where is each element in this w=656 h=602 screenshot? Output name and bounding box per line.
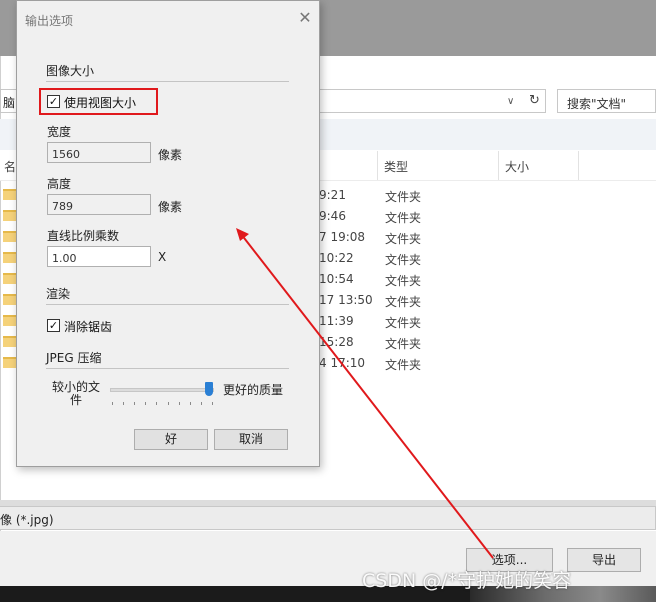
folder-icon [3, 231, 17, 242]
search-input[interactable]: 搜索"文档" [557, 89, 656, 113]
filetype-select[interactable]: 像 (*.jpg) [0, 506, 656, 530]
folder-icon [3, 315, 17, 326]
item-date: 7 19:08 [319, 230, 366, 244]
slider-tick [178, 402, 180, 405]
slider-tick [134, 402, 136, 405]
folder-icon [3, 273, 17, 284]
item-type: 文件夹 [385, 253, 422, 267]
slider-tick [212, 402, 213, 405]
address-dropdown-icon[interactable]: ∨ [507, 96, 514, 107]
height-unit: 像素 [158, 200, 183, 214]
section-jpeg: JPEG 压缩 [46, 351, 102, 365]
antialias-label: 消除锯齿 [64, 320, 113, 334]
item-date: 9:21 [319, 188, 346, 202]
section-image-size: 图像大小 [46, 64, 95, 78]
column-divider[interactable] [377, 151, 378, 180]
section-divider [46, 81, 289, 82]
item-date: 9:46 [319, 209, 346, 223]
dialog-title: 输出选项 [25, 14, 74, 28]
column-type[interactable]: 类型 [384, 158, 408, 175]
item-type: 文件夹 [385, 274, 422, 288]
item-date: 17 13:50 [319, 293, 373, 307]
item-date: 4 17:10 [319, 356, 366, 370]
use-view-size-label: 使用视图大小 [64, 96, 137, 110]
column-name[interactable]: 名 [4, 158, 16, 175]
slider-tick [189, 402, 191, 405]
height-label: 高度 [47, 177, 72, 191]
antialias-checkbox[interactable]: ✓ [47, 319, 60, 332]
slider-tick [123, 402, 125, 405]
slider-tick [167, 402, 169, 405]
slider-tick [156, 402, 158, 405]
slider-tick [112, 402, 113, 405]
refresh-icon[interactable]: ↻ [524, 89, 546, 113]
section-divider [46, 368, 289, 369]
item-type: 文件夹 [385, 295, 422, 309]
watermark: CSDN @/*守护她的笑容 [362, 570, 572, 592]
width-label: 宽度 [47, 125, 72, 139]
cancel-button[interactable]: 取消 [214, 429, 288, 450]
folder-icon [3, 252, 17, 263]
item-date: 15:28 [319, 335, 354, 349]
section-divider [46, 304, 289, 305]
item-type: 文件夹 [385, 190, 422, 204]
export-button[interactable]: 导出 [567, 548, 641, 572]
item-type: 文件夹 [385, 337, 422, 351]
item-type: 文件夹 [385, 232, 422, 246]
address-text: 脑 [3, 96, 16, 110]
close-icon[interactable]: ✕ [296, 9, 314, 27]
column-size[interactable]: 大小 [505, 158, 529, 175]
column-divider[interactable] [578, 151, 579, 180]
item-type: 文件夹 [385, 316, 422, 330]
item-date: 10:22 [319, 251, 354, 265]
slider-min-label: 较小的文件 [51, 380, 100, 407]
slider-tick [200, 402, 202, 405]
section-render: 渲染 [46, 287, 71, 301]
ok-button[interactable]: 好 [134, 429, 208, 450]
width-field[interactable] [47, 142, 151, 163]
multiplier-label: 直线比例乘数 [47, 229, 120, 243]
output-options-dialog: 输出选项 ✕ 图像大小 ✓ 使用视图大小 宽度 像素 高度 像素 直线比例乘数 … [16, 0, 320, 467]
item-type: 文件夹 [385, 358, 422, 372]
quality-slider-track[interactable] [110, 388, 214, 392]
filetype-value: 像 (*.jpg) [0, 513, 54, 527]
multiplier-unit: X [158, 250, 167, 264]
multiplier-field[interactable] [47, 246, 151, 267]
folder-icon [3, 189, 17, 200]
slider-max-label: 更好的质量 [223, 383, 284, 397]
item-date: 11:39 [319, 314, 354, 328]
folder-icon [3, 336, 17, 347]
quality-slider-thumb[interactable] [204, 382, 213, 396]
folder-icon [3, 210, 17, 221]
item-type: 文件夹 [385, 211, 422, 225]
folder-icon [3, 357, 17, 368]
use-view-size-checkbox[interactable]: ✓ [47, 95, 60, 108]
item-date: 10:54 [319, 272, 354, 286]
column-divider[interactable] [498, 151, 499, 180]
slider-tick [145, 402, 147, 405]
height-field[interactable] [47, 194, 151, 215]
width-unit: 像素 [158, 148, 183, 162]
search-placeholder: 搜索"文档" [567, 97, 627, 111]
folder-icon [3, 294, 17, 305]
